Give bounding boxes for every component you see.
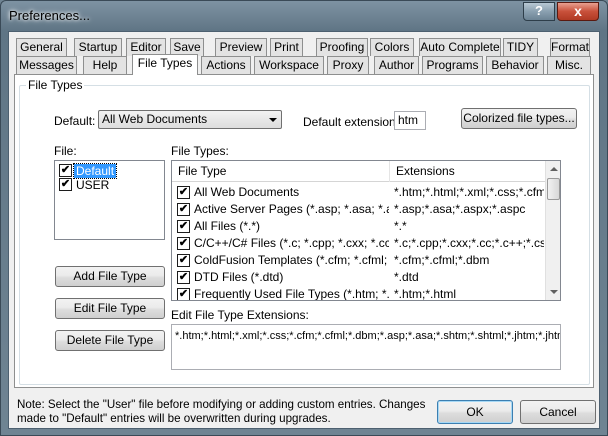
group-legend: File Types xyxy=(26,78,85,92)
table-row[interactable]: ✔ All Files (*.*) *.* xyxy=(172,218,545,235)
colorized-file-types-button[interactable]: Colorized file types... xyxy=(461,108,577,129)
cell-file-type: Active Server Pages (*.asp; *.asa; *.as.… xyxy=(194,202,389,216)
cell-file-type: C/C++/C# Files (*.c; *.cpp; *.cxx; *.cc;… xyxy=(194,236,389,250)
cell-file-type: ColdFusion Templates (*.cfm; *.cfml; *..… xyxy=(194,253,389,267)
window-title: Preferences... xyxy=(9,8,90,23)
table-row[interactable]: ✔ All Web Documents *.htm;*.html;*.xml;*… xyxy=(172,184,545,201)
note-text: Note: Select the "User" file before modi… xyxy=(17,398,426,425)
chevron-down-icon xyxy=(269,118,277,122)
preferences-window: Preferences... ? x General Startup Edito… xyxy=(0,0,608,436)
table-row[interactable]: ✔ Frequently Used File Types (*.htm; *.h… xyxy=(172,286,545,301)
scroll-thumb[interactable] xyxy=(547,178,560,200)
tab-file-types[interactable]: File Types xyxy=(132,54,198,75)
checkbox[interactable]: ✔ xyxy=(177,288,190,300)
scroll-up-icon[interactable] xyxy=(546,161,560,177)
tab-proofing[interactable]: Proofing xyxy=(316,38,368,56)
checkbox[interactable]: ✔ xyxy=(177,271,190,284)
list-item-label: USER xyxy=(76,178,110,192)
column-extensions[interactable]: Extensions xyxy=(390,161,545,182)
tab-general[interactable]: General xyxy=(16,38,67,56)
dialog-client: General Startup Editor Save Preview Prin… xyxy=(8,31,600,429)
file-types-label: File Types: xyxy=(171,144,229,158)
file-types-group: File Types Default: All Web Documents De… xyxy=(19,78,590,385)
tab-author[interactable]: Author xyxy=(374,56,419,74)
edit-extensions-label: Edit File Type Extensions: xyxy=(171,308,309,322)
checkbox[interactable]: ✔ xyxy=(177,203,190,216)
cell-extensions: *.htm;*.html;*.xml;*.css;*.cfm;*.c... xyxy=(394,185,544,199)
tab-tidy[interactable]: TIDY xyxy=(503,38,538,56)
cell-extensions: *.c;*.cpp;*.cxx;*.cc;*.c++;*.cs;*... xyxy=(394,236,544,250)
tab-auto-complete[interactable]: Auto Complete xyxy=(419,38,501,56)
tab-preview[interactable]: Preview xyxy=(215,38,267,56)
close-button[interactable]: x xyxy=(557,2,599,21)
checkbox[interactable]: ✔ xyxy=(59,164,72,177)
cell-extensions: *.dtd xyxy=(394,270,419,284)
tab-actions[interactable]: Actions xyxy=(201,56,251,74)
file-types-table[interactable]: File Type Extensions ✔ All Web Documents… xyxy=(171,160,561,301)
scroll-down-icon[interactable] xyxy=(546,284,560,300)
default-label: Default: xyxy=(54,114,96,128)
table-row[interactable]: ✔ C/C++/C# Files (*.c; *.cpp; *.cxx; *.c… xyxy=(172,235,545,252)
edit-extensions-textarea[interactable]: *.htm;*.html;*.xml;*.css;*.cfm;*.cfml;*.… xyxy=(171,324,561,370)
file-types-tab-panel: File Types Default: All Web Documents De… xyxy=(14,74,594,388)
table-row[interactable]: ✔ Active Server Pages (*.asp; *.asa; *.a… xyxy=(172,201,545,218)
file-list[interactable]: ✔ Default ✔ USER xyxy=(54,160,165,240)
table-row[interactable]: ✔ ColdFusion Templates (*.cfm; *.cfml; *… xyxy=(172,252,545,269)
tab-behavior[interactable]: Behavior xyxy=(486,56,544,74)
default-select-value: All Web Documents xyxy=(102,112,208,126)
tab-messages[interactable]: Messages xyxy=(16,56,77,74)
tab-colors[interactable]: Colors xyxy=(370,38,414,56)
table-row[interactable]: ✔ DTD Files (*.dtd) *.dtd xyxy=(172,269,545,286)
edit-file-type-button[interactable]: Edit File Type xyxy=(55,298,165,319)
cell-extensions: *.* xyxy=(394,219,407,233)
file-label: File: xyxy=(54,144,77,158)
default-extension-label: Default extension: xyxy=(303,115,400,129)
cell-extensions: *.asp;*.asa;*.aspx;*.aspc xyxy=(394,202,526,216)
tab-misc[interactable]: Misc. xyxy=(547,56,591,74)
cell-file-type: DTD Files (*.dtd) xyxy=(194,270,284,284)
cell-file-type: All Web Documents xyxy=(194,185,300,199)
tab-workspace[interactable]: Workspace xyxy=(254,56,324,74)
checkbox[interactable]: ✔ xyxy=(59,178,72,191)
add-file-type-button[interactable]: Add File Type xyxy=(55,266,165,287)
default-extension-input[interactable]: htm xyxy=(394,111,426,130)
list-item-label: Default xyxy=(72,163,118,179)
tab-format[interactable]: Format xyxy=(550,38,590,56)
default-select[interactable]: All Web Documents xyxy=(98,110,282,129)
checkbox[interactable]: ✔ xyxy=(177,237,190,250)
checkbox[interactable]: ✔ xyxy=(177,220,190,233)
table-header: File Type Extensions xyxy=(172,161,545,182)
checkbox[interactable]: ✔ xyxy=(177,254,190,267)
delete-file-type-button[interactable]: Delete File Type xyxy=(55,330,165,351)
vertical-scrollbar[interactable] xyxy=(545,161,560,300)
checkbox[interactable]: ✔ xyxy=(177,186,190,199)
cell-extensions: *.cfm;*.cfml;*.dbm xyxy=(394,253,490,267)
column-file-type[interactable]: File Type xyxy=(172,161,390,182)
cell-file-type: All Files (*.*) xyxy=(194,219,261,233)
tab-proxy[interactable]: Proxy xyxy=(327,56,369,74)
cancel-button[interactable]: Cancel xyxy=(520,400,596,424)
ok-button[interactable]: OK xyxy=(437,400,513,424)
tab-programs[interactable]: Programs xyxy=(422,56,483,74)
cell-extensions: *.htm;*.html xyxy=(394,287,457,301)
tab-help[interactable]: Help xyxy=(83,56,127,74)
title-bar[interactable]: Preferences... ? x xyxy=(1,1,607,31)
cell-file-type: Frequently Used File Types (*.htm; *.ht.… xyxy=(194,287,389,301)
tab-startup[interactable]: Startup xyxy=(74,38,122,56)
help-button[interactable]: ? xyxy=(523,2,555,21)
tab-print[interactable]: Print xyxy=(270,38,303,56)
